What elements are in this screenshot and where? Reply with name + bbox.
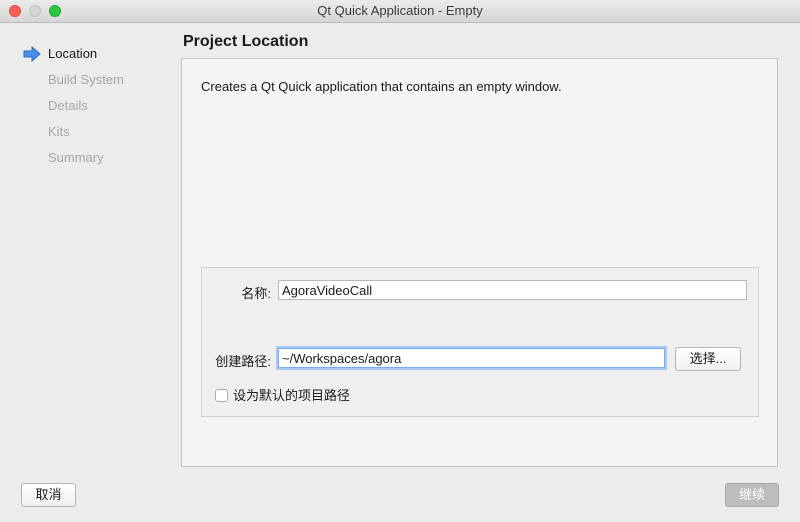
continue-button[interactable]: 继续 bbox=[725, 483, 779, 507]
location-form-group: 名称: 创建路径: 选择... 设为默认的项目路径 bbox=[201, 267, 759, 417]
title-bar[interactable]: Qt Quick Application - Empty bbox=[0, 0, 800, 23]
wizard-window: Qt Quick Application - Empty Location Bu… bbox=[0, 0, 800, 522]
page-description: Creates a Qt Quick application that cont… bbox=[201, 79, 562, 94]
window-title: Qt Quick Application - Empty bbox=[317, 3, 483, 18]
step-build-system: Build System bbox=[48, 72, 124, 87]
name-label: 名称: bbox=[241, 286, 271, 301]
default-path-checkbox-label[interactable]: 设为默认的项目路径 bbox=[233, 388, 350, 404]
project-path-input[interactable] bbox=[278, 348, 665, 368]
browse-button[interactable]: 选择... bbox=[675, 347, 741, 371]
step-details: Details bbox=[48, 98, 88, 113]
cancel-button[interactable]: 取消 bbox=[21, 483, 76, 507]
content-panel: Creates a Qt Quick application that cont… bbox=[181, 58, 778, 467]
default-path-checkbox[interactable] bbox=[215, 389, 228, 402]
step-kits: Kits bbox=[48, 124, 70, 139]
path-label: 创建路径: bbox=[215, 354, 271, 369]
step-location: Location bbox=[48, 46, 98, 61]
close-window-button[interactable] bbox=[9, 5, 21, 17]
page-title: Project Location bbox=[183, 33, 309, 50]
zoom-window-button[interactable] bbox=[49, 5, 61, 17]
project-name-input[interactable] bbox=[278, 280, 747, 300]
arrow-right-icon bbox=[23, 46, 41, 62]
step-summary: Summary bbox=[48, 150, 104, 165]
minimize-window-button[interactable] bbox=[29, 5, 41, 17]
